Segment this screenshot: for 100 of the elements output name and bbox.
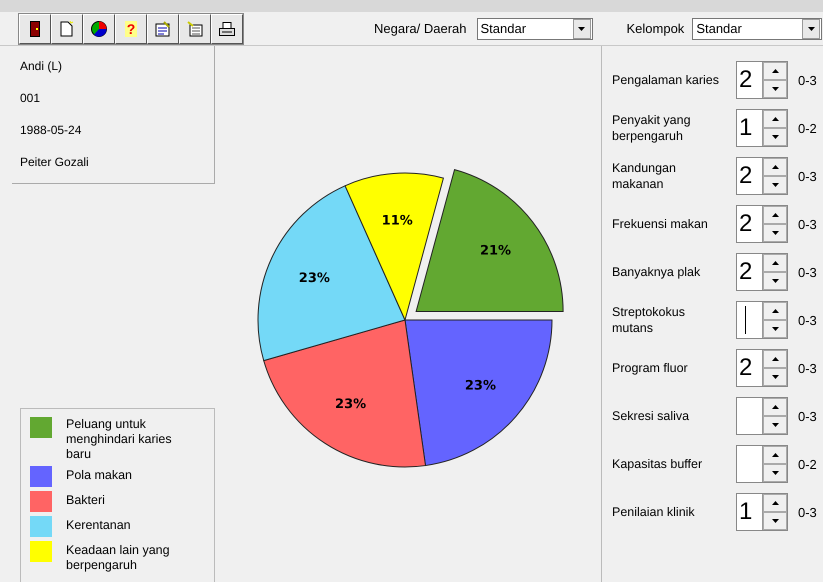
pie-chart-icon: [91, 20, 107, 36]
increment-button[interactable]: [763, 350, 787, 368]
up-triangle-icon: [772, 69, 778, 73]
factor-label: Penilaian klinik: [612, 504, 696, 520]
patient-detail: Peiter Gozali: [20, 155, 90, 170]
up-triangle-icon: [772, 165, 778, 169]
increment-button[interactable]: [763, 110, 787, 128]
score-field[interactable]: 1: [737, 494, 763, 530]
decrement-button[interactable]: [763, 80, 787, 98]
question-mark-icon: ?: [124, 20, 138, 36]
up-triangle-icon: [772, 357, 778, 361]
factor-label: Program fluor: [612, 360, 689, 376]
increment-button[interactable]: [763, 158, 787, 176]
notepad-icon: [155, 20, 171, 36]
up-triangle-icon: [772, 309, 778, 313]
down-triangle-icon: [772, 423, 778, 427]
decrement-button[interactable]: [763, 320, 787, 338]
up-triangle-icon: [772, 453, 778, 457]
down-triangle-icon: [772, 87, 778, 91]
dropdown-arrow-icon: [578, 26, 585, 30]
down-triangle-icon: [772, 279, 778, 283]
decrement-button[interactable]: [763, 224, 787, 242]
score-field[interactable]: [737, 446, 763, 482]
printer-icon: [219, 22, 235, 36]
decrement-button[interactable]: [763, 272, 787, 290]
score-field[interactable]: 2: [737, 158, 763, 194]
slice-label: 11%: [382, 213, 413, 228]
factor-label: Sekresi saliva: [612, 408, 690, 424]
slice-label: 21%: [480, 244, 512, 259]
score-field[interactable]: [737, 302, 763, 338]
new-button[interactable]: [51, 14, 83, 44]
up-triangle-icon: [772, 117, 778, 121]
score-field[interactable]: 2: [737, 62, 763, 98]
report-button[interactable]: [179, 14, 211, 44]
factor-label: Kapasitas buffer: [612, 456, 704, 472]
filter-label: Negara/ Daerah: [374, 21, 466, 36]
factor-label: Kandungan makanan: [612, 160, 677, 192]
down-triangle-icon: [772, 135, 778, 139]
score-field[interactable]: 2: [737, 350, 763, 386]
score-field[interactable]: 2: [737, 254, 763, 290]
increment-button[interactable]: [763, 398, 787, 416]
factor-label: Penyakit yang berpengaruh: [612, 112, 692, 144]
increment-button[interactable]: [763, 206, 787, 224]
score-range: 0-3: [798, 72, 817, 88]
legend-label: Keadaan lain yang berpengaruh: [66, 543, 171, 573]
decrement-button[interactable]: [763, 464, 787, 482]
score-field[interactable]: [737, 398, 763, 434]
filter-dropdown[interactable]: Standar: [476, 18, 592, 40]
decrement-button[interactable]: [763, 368, 787, 386]
increment-button[interactable]: [763, 302, 787, 320]
factor-label: Banyaknya plak: [612, 264, 702, 280]
decrement-button[interactable]: [763, 176, 787, 194]
factor-label: Streptokokus mutans: [612, 304, 686, 336]
chart-button[interactable]: [83, 14, 115, 44]
print-button[interactable]: [211, 14, 243, 44]
patient-detail: 001: [20, 91, 42, 106]
increment-button[interactable]: [763, 446, 787, 464]
score-field[interactable]: 2: [737, 206, 763, 242]
document-icon: [187, 20, 203, 36]
slice-label: 23%: [298, 270, 330, 286]
down-triangle-icon: [772, 183, 778, 187]
down-triangle-icon: [772, 327, 778, 331]
score-field[interactable]: 1: [737, 110, 763, 146]
dropdown-arrow-icon: [808, 26, 815, 30]
up-triangle-icon: [772, 501, 778, 505]
score-range: 0-2: [798, 120, 817, 136]
slice-label: 23%: [335, 396, 366, 412]
legend-label: Bakteri: [66, 493, 106, 508]
down-triangle-icon: [772, 231, 778, 235]
score-range: 0-3: [798, 216, 817, 232]
filter-label: Kelompok: [626, 21, 684, 36]
door-icon: [30, 20, 40, 36]
score-range: 0-2: [798, 456, 817, 472]
up-triangle-icon: [772, 213, 778, 217]
factor-label: Pengalaman karies: [612, 72, 720, 88]
increment-button[interactable]: [763, 494, 787, 512]
patient-detail: 1988-05-24: [20, 123, 82, 138]
score-range: 0-3: [798, 264, 817, 280]
down-triangle-icon: [772, 519, 778, 523]
slice-label: 23%: [464, 378, 496, 394]
decrement-button[interactable]: [763, 512, 787, 530]
legend-label: Peluang untuk menghindari karies baru: [66, 417, 173, 462]
new-page-icon: [60, 20, 74, 36]
filter-dropdown[interactable]: Standar: [692, 18, 822, 40]
up-triangle-icon: [772, 261, 778, 265]
legend-label: Pola makan: [66, 468, 134, 483]
exit-button[interactable]: [19, 14, 51, 44]
patient-detail: Andi (L): [20, 59, 64, 74]
score-range: 0-3: [798, 312, 817, 328]
edit-button[interactable]: [147, 14, 179, 44]
help-button[interactable]: ?: [115, 14, 147, 44]
increment-button[interactable]: [763, 254, 787, 272]
score-range: 0-3: [798, 504, 817, 520]
score-range: 0-3: [798, 168, 817, 184]
decrement-button[interactable]: [763, 128, 787, 146]
score-range: 0-3: [798, 408, 817, 424]
decrement-button[interactable]: [763, 416, 787, 434]
increment-button[interactable]: [763, 62, 787, 80]
down-triangle-icon: [772, 471, 778, 475]
down-triangle-icon: [772, 375, 778, 379]
